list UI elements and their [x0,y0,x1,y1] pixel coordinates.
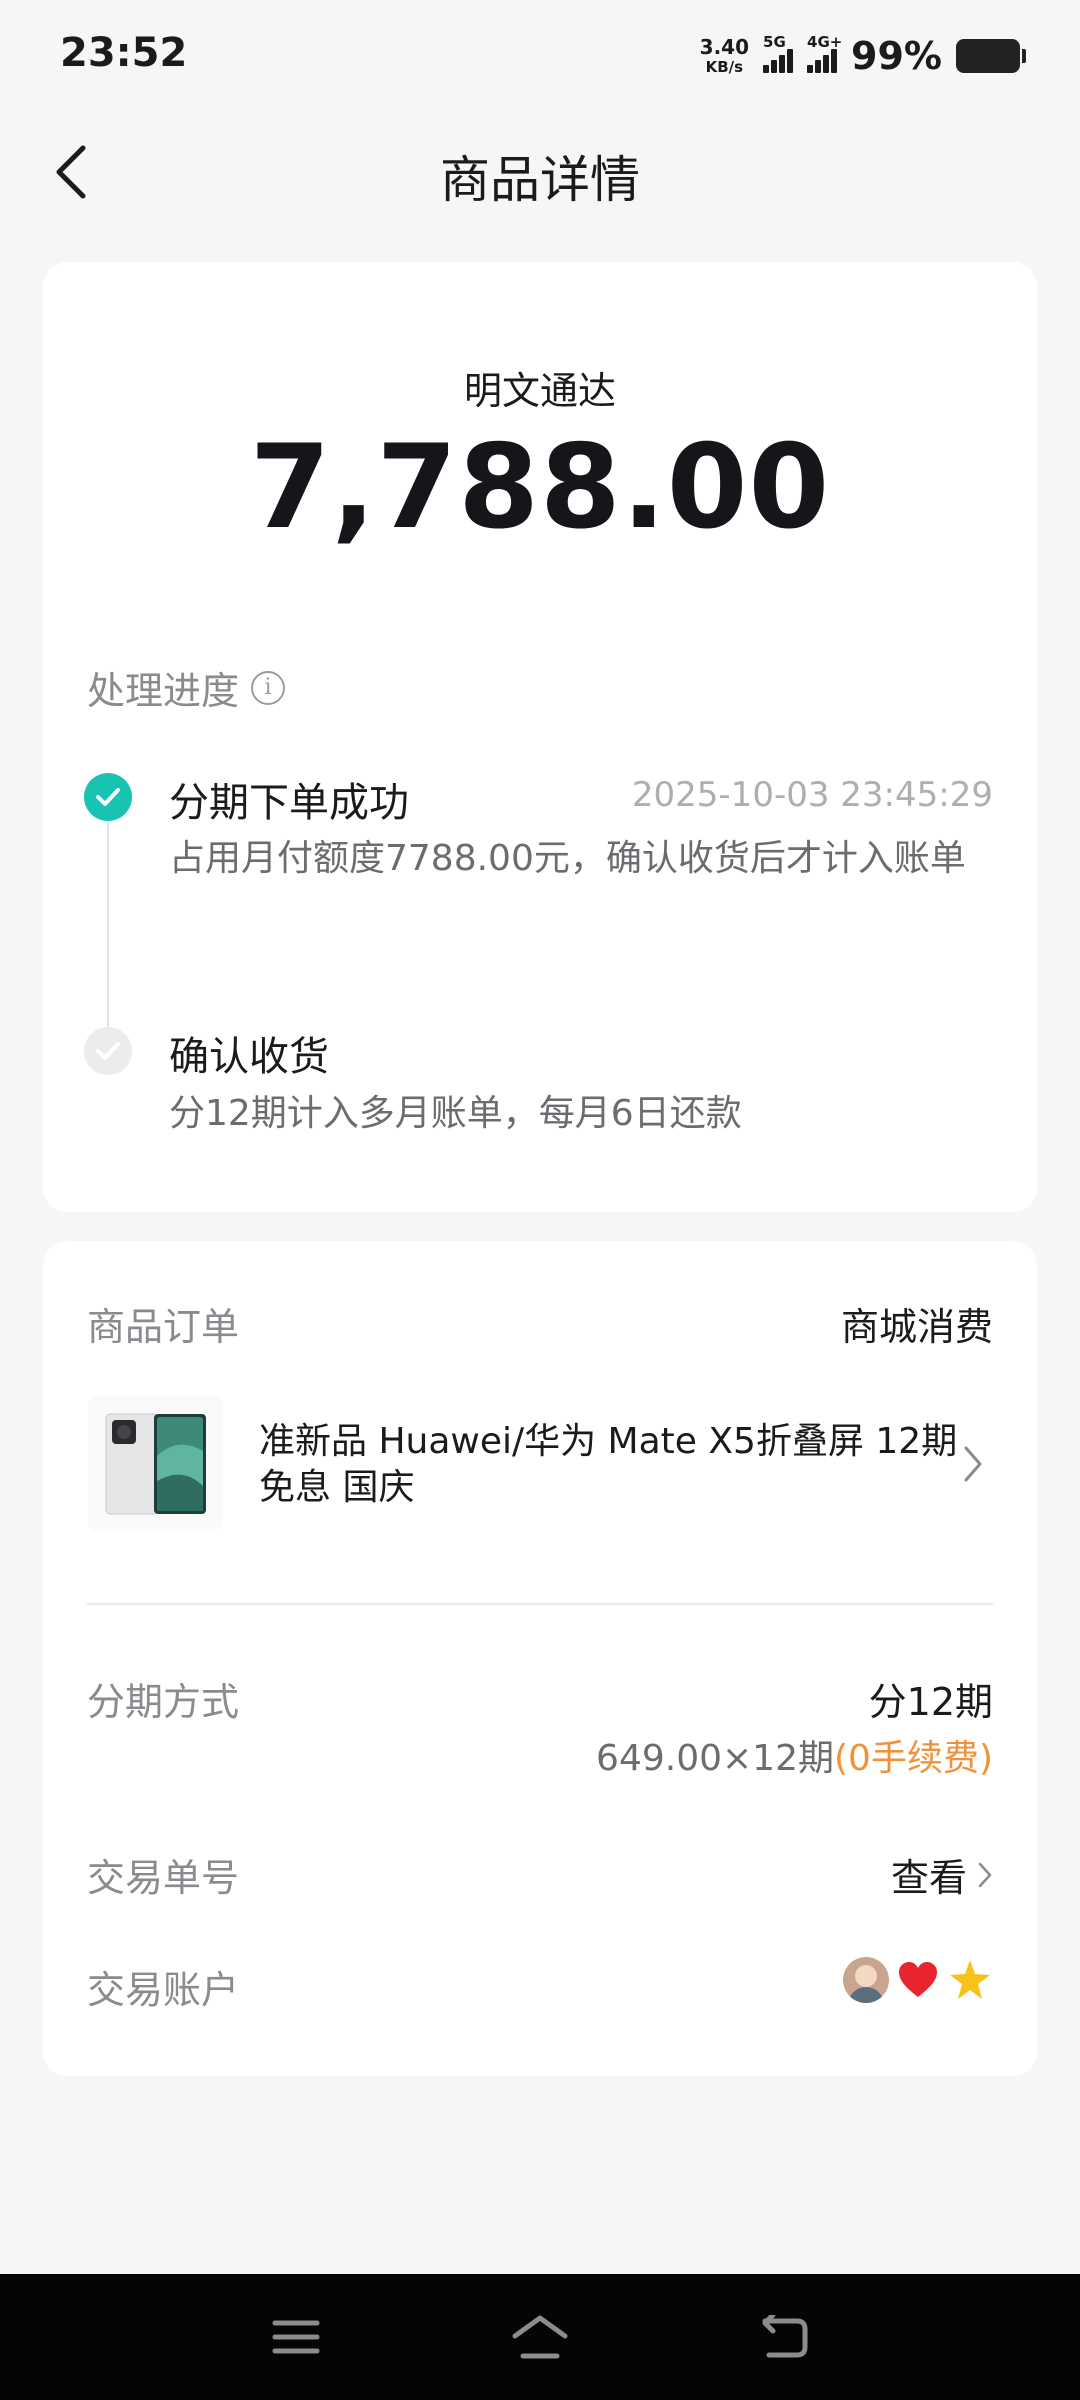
check-done-icon [84,773,132,821]
amount: 7,788.00 [249,420,831,555]
signal-5g-label: 5G [763,33,786,51]
order-label: 商品订单 [87,1305,240,1349]
menu-button[interactable] [264,2305,328,2369]
divider [87,1603,993,1605]
view-transaction-button[interactable]: 查看 [891,1847,993,1902]
step-1-title: 分期下单成功 [169,780,409,826]
return-icon [762,2315,808,2358]
order-card: 商品订单 商城消费 准新品 Huawei/华为 Mate X5折叠屏 12期免息… [43,1241,1037,2076]
timeline-line [107,797,109,1037]
signal-5g-icon: 5G [763,33,794,73]
home-icon [512,2315,568,2359]
product-image[interactable] [88,1396,223,1531]
view-transaction-label: 查看 [890,1856,967,1900]
signal-4g-icon: 4G+ [807,33,842,73]
network-speed-unit: KB/s [705,58,744,76]
chevron-right-icon [978,1862,992,1887]
merchant-name: 明文通达 [463,369,616,413]
installment-amount: 649.00×12期 [596,1738,834,1779]
back-nav-button[interactable] [752,2305,816,2369]
status-time: 23:52 [60,30,188,76]
installment-detail: 649.00×12期(0手续费) [596,1729,993,1781]
progress-label: 处理进度 i [87,660,286,715]
step-2-description: 分12期计入多月账单，每月6日还款 [169,1093,742,1134]
product-title[interactable]: 准新品 Huawei/华为 Mate X5折叠屏 12期免息 国庆 [259,1419,959,1511]
step-2-title: 确认收货 [169,1034,329,1080]
order-type: 商城消费 [840,1305,993,1349]
battery-percent: 99% [851,34,942,78]
progress-label-text: 处理进度 [87,669,240,713]
installment-label: 分期方式 [87,1680,240,1724]
chevron-right-icon[interactable] [953,1439,993,1489]
account-label: 交易账户 [87,1968,240,2012]
page-header: 商品详情 [0,112,1080,232]
signal-4g-label: 4G+ [807,33,843,51]
transaction-label: 交易单号 [87,1856,240,1900]
star-icon [947,1957,993,2003]
avatar [843,1957,889,2003]
check-pending-icon [84,1027,132,1075]
network-speed: 3.40 KB/s [700,37,749,75]
step-1-description: 占用月付额度7788.00元，确认收货后才计入账单 [169,838,966,879]
page-title: 商品详情 [440,151,640,209]
heart-icon [895,1957,941,2003]
battery-icon [956,39,1026,73]
system-navigation-bar [0,2274,1080,2400]
step-1-time: 2025-10-03 23:45:29 [631,775,993,815]
info-icon[interactable]: i [251,670,286,705]
status-icons: 3.40 KB/s 5G 4G+ 99% [700,33,1026,78]
summary-card: 明文通达 7,788.00 处理进度 i 分期下单成功 2025-10-03 2… [43,262,1037,1212]
network-speed-value: 3.40 [699,35,750,59]
home-button[interactable] [508,2305,572,2369]
installment-fee: (0手续费) [834,1738,993,1779]
status-bar: 23:52 3.40 KB/s 5G 4G+ 99% [0,0,1080,112]
menu-icon [272,2320,320,2354]
installment-value: 分12期 [868,1680,993,1724]
account-value [843,1957,993,2003]
